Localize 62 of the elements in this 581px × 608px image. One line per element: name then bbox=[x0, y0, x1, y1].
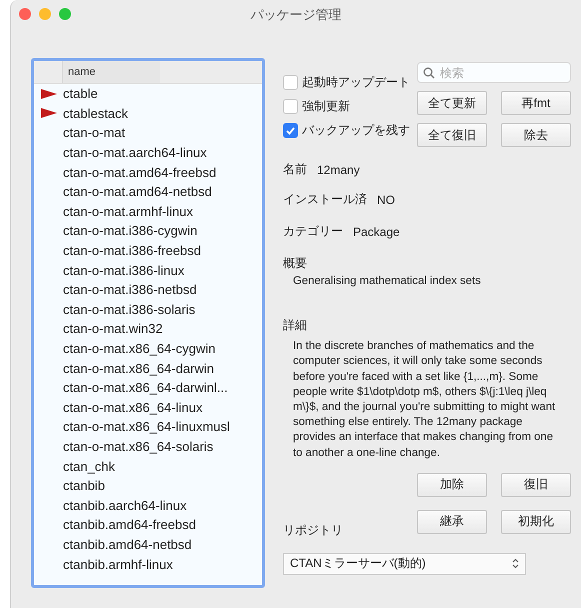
package-name[interactable]: ctanbib.armhf-linux bbox=[63, 556, 173, 572]
checkbox-label: 起動時アップデート bbox=[302, 74, 410, 91]
details-text: In the discrete branches of mathematics and the computer sciences, it will only take some seconds before you're faced with a set like {1,...,m}. Some people write $1\dotp\dotp m$, others $\{j:1\leq j\leq m\}$, and the journal you're submitting to might want something else entirely. The 12many package provides an interface that makes changing from one to another a one-line change. bbox=[293, 339, 556, 461]
checkbox-label: 強制更新 bbox=[302, 98, 350, 115]
action-button[interactable]: 再fmt bbox=[501, 91, 571, 115]
field-value: NO bbox=[377, 192, 395, 206]
package-name[interactable]: ctan-o-mat.aarch64-linux bbox=[63, 145, 207, 160]
package-name[interactable]: ctan_chk bbox=[63, 458, 116, 474]
package-name[interactable]: ctanbib.amd64-freebsd bbox=[63, 517, 196, 532]
flag-icon bbox=[40, 108, 56, 118]
package-name[interactable]: ctanbib.amd64-netbsd bbox=[63, 536, 192, 552]
chevron-icon bbox=[512, 558, 519, 570]
package-name[interactable]: ctablestack bbox=[63, 106, 128, 121]
checkbox[interactable] bbox=[283, 123, 298, 138]
action-button[interactable]: 全て更新 bbox=[417, 91, 487, 115]
package-name[interactable]: ctan-o-mat.i386-linux bbox=[63, 262, 184, 278]
action-button[interactable]: 継承 bbox=[417, 510, 487, 534]
package-name[interactable]: ctan-o-mat.win32 bbox=[63, 321, 163, 336]
package-name[interactable]: ctan-o-mat.i386-netbsd bbox=[63, 282, 197, 298]
package-name[interactable]: ctan-o-mat.amd64-freebsd bbox=[63, 164, 216, 180]
field-label: 概要 bbox=[283, 255, 307, 272]
package-name[interactable]: ctan-o-mat.i386-solaris bbox=[63, 302, 196, 317]
search-icon bbox=[423, 67, 435, 79]
package-name[interactable]: ctan-o-mat.x86_64-solaris bbox=[63, 438, 214, 454]
action-button[interactable]: 加除 bbox=[417, 472, 487, 497]
minimize-button[interactable] bbox=[39, 8, 51, 20]
flag-icon bbox=[40, 88, 56, 99]
package-name[interactable]: ctan-o-mat.x86_64-cygwin bbox=[63, 341, 216, 356]
checkbox[interactable] bbox=[283, 75, 298, 90]
package-name[interactable]: ctanbib.aarch64-linux bbox=[63, 498, 187, 513]
package-name[interactable]: ctan-o-mat.armhf-linux bbox=[63, 204, 194, 219]
field-label: 名前 bbox=[283, 161, 307, 178]
checkmark-icon bbox=[286, 126, 295, 134]
package-name[interactable]: ctan-o-mat.amd64-netbsd bbox=[63, 184, 212, 200]
package-name[interactable]: ctanbib bbox=[63, 478, 105, 494]
field-value: 12many bbox=[317, 162, 360, 176]
column-header[interactable]: name bbox=[62, 61, 160, 83]
repository-select[interactable]: CTANミラーサーバ(動的) bbox=[283, 552, 526, 575]
action-button[interactable]: 除去 bbox=[501, 123, 571, 147]
repository-label: リポジトリ bbox=[283, 522, 343, 537]
action-button[interactable]: 初期化 bbox=[501, 510, 571, 534]
search-field[interactable]: 検索 bbox=[417, 62, 571, 83]
checkbox-label: バックアップを残す bbox=[302, 122, 410, 139]
action-button[interactable]: 全て復旧 bbox=[417, 123, 487, 147]
action-button[interactable]: 復旧 bbox=[501, 472, 571, 497]
zoom-button[interactable] bbox=[59, 8, 71, 20]
package-name[interactable]: ctan-o-mat.i386-freebsd bbox=[63, 243, 202, 258]
close-button[interactable] bbox=[19, 8, 31, 20]
package-name[interactable]: ctan-o-mat bbox=[63, 125, 126, 140]
field-value: Package bbox=[353, 224, 400, 238]
field-label: カテゴリー bbox=[283, 223, 343, 240]
package-name[interactable]: ctan-o-mat.x86_64-darwinl... bbox=[63, 380, 228, 396]
summary-text: Generalising mathematical index sets bbox=[293, 274, 482, 289]
package-name[interactable]: ctan-o-mat.x86_64-linuxmusl bbox=[63, 419, 230, 434]
package-name[interactable]: ctan-o-mat.x86_64-darwin bbox=[63, 360, 214, 376]
package-name[interactable]: ctan-o-mat.x86_64-linux bbox=[63, 400, 202, 415]
package-name[interactable]: ctable bbox=[63, 86, 98, 102]
checkbox[interactable] bbox=[283, 99, 298, 114]
package-name[interactable]: ctan-o-mat.i386-cygwin bbox=[63, 223, 198, 238]
field-label: 詳細 bbox=[283, 317, 307, 334]
window-title: パッケージ管理 bbox=[250, 7, 342, 22]
field-label: インストール済 bbox=[283, 191, 367, 208]
